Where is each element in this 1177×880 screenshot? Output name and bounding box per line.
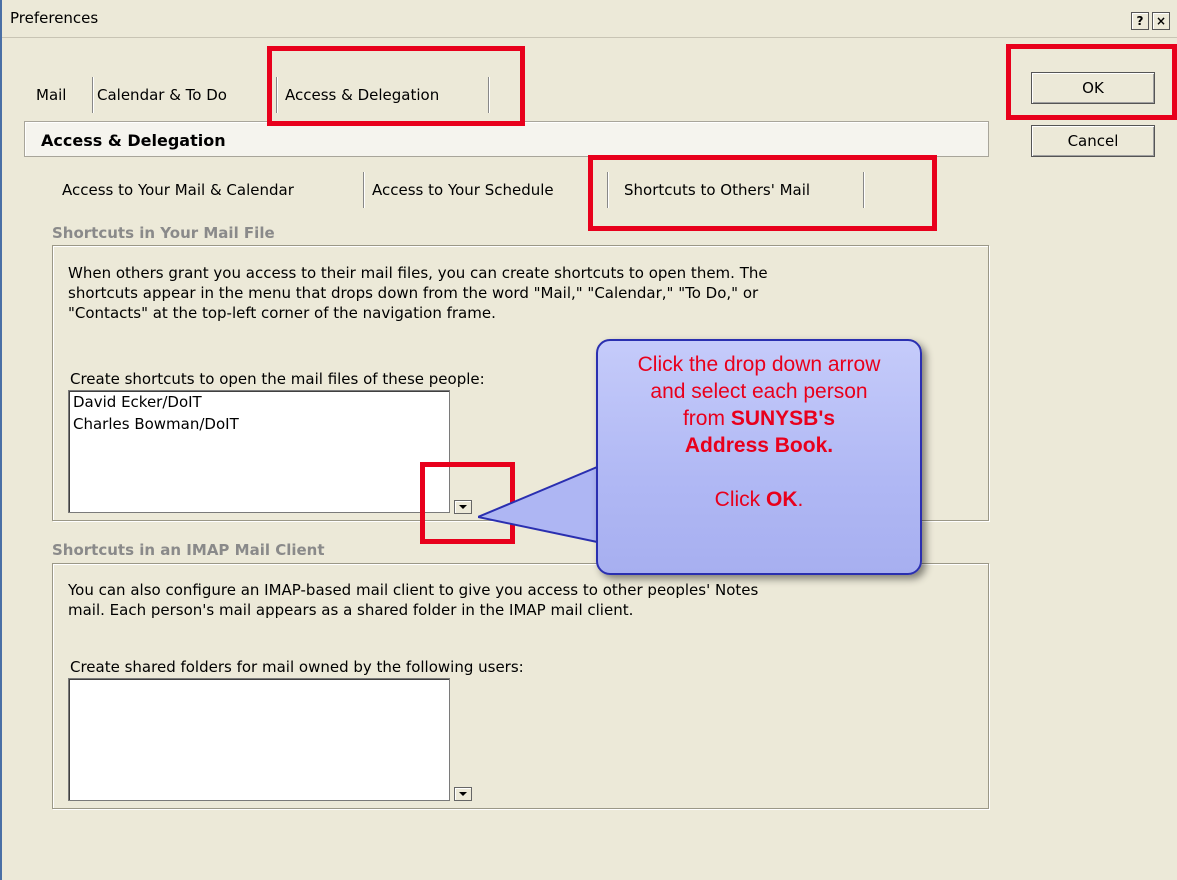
dropdown-arrow-icon[interactable] [454, 500, 472, 514]
cancel-button[interactable]: Cancel [1031, 125, 1155, 157]
group-label-imap: Shortcuts in an IMAP Mail Client [52, 541, 325, 559]
tab-mail[interactable]: Mail [32, 77, 93, 113]
shared-folders-field-label: Create shared folders for mail owned by … [70, 658, 524, 676]
callout-spacer [598, 459, 920, 486]
instruction-callout: Click the drop down arrow and select eac… [596, 339, 922, 575]
callout-ok-text: OK [766, 488, 798, 511]
list-item[interactable]: David Ecker/DoIT [69, 391, 449, 413]
main-tab-strip: Mail Calendar & To Do Access & Delegatio… [32, 77, 502, 113]
dropdown-arrow-icon[interactable] [454, 787, 472, 801]
shared-folders-users-list[interactable] [68, 678, 450, 801]
group2-desc-line: mail. Each person's mail appears as a sh… [68, 601, 634, 619]
ok-button[interactable]: OK [1031, 72, 1155, 104]
group1-description: When others grant you access to their ma… [68, 263, 948, 323]
tab-calendar-todo[interactable]: Calendar & To Do [93, 77, 277, 113]
group1-desc-line: "Contacts" at the top-left corner of the… [68, 304, 496, 322]
group-label-mail-file: Shortcuts in Your Mail File [52, 224, 275, 242]
section-title: Access & Delegation [41, 131, 226, 150]
sub-tab-strip: Access to Your Mail & Calendar Access to… [58, 172, 868, 208]
title-bar: Preferences ? × [2, 0, 1177, 38]
tab-access-schedule[interactable]: Access to Your Schedule [368, 172, 608, 208]
callout-address-book: Address Book. [684, 434, 834, 457]
group2-desc-line: You can also configure an IMAP-based mai… [68, 581, 759, 599]
shortcuts-people-list[interactable]: David Ecker/DoIT Charles Bowman/DoIT [68, 390, 450, 513]
callout-line: and select each person [650, 380, 868, 403]
callout-line: Click the drop down arrow [637, 353, 881, 376]
tab-shortcuts-others-mail[interactable]: Shortcuts to Others' Mail [620, 172, 864, 208]
tab-access-mail-calendar[interactable]: Access to Your Mail & Calendar [58, 172, 364, 208]
preferences-window: Preferences ? × Mail Calendar & To Do Ac… [0, 0, 1177, 880]
group1-desc-line: When others grant you access to their ma… [68, 264, 768, 282]
callout-line: from SUNYSB's [682, 407, 836, 430]
callout-line: Click OK. [714, 488, 804, 511]
close-icon[interactable]: × [1152, 12, 1170, 30]
group1-desc-line: shortcuts appear in the menu that drops … [68, 284, 759, 302]
callout-address-book-owner: SUNYSB's [730, 407, 836, 430]
callout-pointer [478, 465, 603, 545]
help-icon[interactable]: ? [1131, 12, 1149, 30]
window-title: Preferences [10, 9, 99, 27]
callout-line: Address Book. [598, 432, 920, 459]
list-item[interactable]: Charles Bowman/DoIT [69, 413, 449, 435]
tab-access-delegation[interactable]: Access & Delegation [281, 77, 489, 113]
section-header: Access & Delegation [24, 121, 989, 157]
group2-description: You can also configure an IMAP-based mai… [68, 580, 948, 620]
